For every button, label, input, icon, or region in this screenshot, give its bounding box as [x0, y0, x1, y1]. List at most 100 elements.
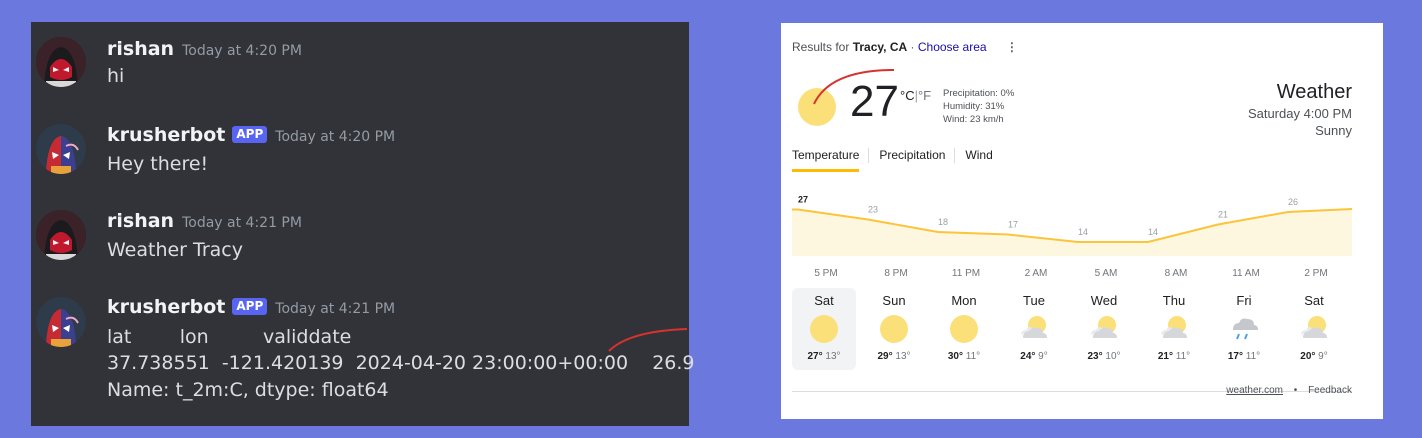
precipitation-stat: Precipitation: 0% — [943, 88, 1015, 99]
message-text: Hey there! — [107, 153, 209, 175]
day-high: 27° — [807, 351, 823, 362]
forecast-day-thu[interactable]: Thu 21° 11° — [1142, 288, 1206, 370]
day-temps: 30° 11° — [932, 351, 996, 362]
day-low: 11° — [1245, 351, 1261, 362]
forecast-day-fri[interactable]: Fri 17° 11° — [1212, 288, 1276, 370]
results-line: Results for Tracy, CA · Choose area ⋮ — [792, 40, 1018, 54]
day-name: Mon — [951, 293, 977, 308]
message-timestamp: Today at 4:21 PM — [275, 301, 396, 317]
location-name: Tracy, CA — [852, 40, 908, 54]
humidity-stat: Humidity: 31% — [943, 101, 1005, 112]
choose-area-link[interactable]: Choose area — [918, 40, 987, 54]
day-temps: 21° 11° — [1142, 351, 1206, 362]
app-badge: APP — [232, 298, 268, 315]
forecast-day-tue[interactable]: Tue 24° 9° — [1002, 288, 1066, 370]
sun-icon — [879, 314, 909, 344]
day-name: Sat — [814, 293, 834, 308]
partly-cloudy-icon — [1299, 314, 1329, 344]
message-timestamp: Today at 4:20 PM — [275, 129, 396, 145]
day-low: 9° — [1318, 351, 1328, 362]
bot-avatar[interactable] — [36, 124, 86, 174]
celsius-button[interactable]: °C — [900, 88, 915, 103]
day-low: 11° — [965, 351, 981, 362]
username[interactable]: rishan — [107, 210, 174, 232]
footer-dot: • — [1293, 385, 1298, 396]
day-low: 13° — [825, 351, 841, 362]
tab-wind[interactable]: Wind — [965, 148, 992, 172]
day-name: Thu — [1162, 293, 1186, 308]
feedback-link[interactable]: Feedback — [1308, 385, 1352, 396]
username[interactable]: rishan — [107, 38, 174, 60]
temperature-data-label: 14 — [1148, 227, 1158, 237]
day-low: 10° — [1105, 351, 1121, 362]
username[interactable]: krusherbot — [107, 124, 225, 146]
time-tick-label: 5 AM — [1095, 268, 1118, 279]
temperature-data-label: 26 — [1288, 197, 1298, 207]
temperature-data-label: 23 — [868, 205, 878, 215]
bot-avatar[interactable] — [36, 297, 86, 347]
day-high: 30° — [947, 351, 963, 362]
wind-stat: Wind: 23 km/h — [943, 114, 1004, 125]
day-high: 29° — [877, 351, 893, 362]
message-timestamp: Today at 4:21 PM — [182, 215, 302, 231]
day-temps: 27° 13° — [792, 351, 856, 362]
username[interactable]: krusherbot — [107, 296, 225, 318]
temperature-chart[interactable]: 27 23 18 17 14 14 21 26 5 PM 8 PM 11 PM 2 AM 5 AM 8 A… — [792, 188, 1352, 283]
message-header: rishan Today at 4:21 PM — [107, 209, 302, 235]
message-timestamp: Today at 4:20 PM — [182, 43, 302, 59]
day-high: 21° — [1157, 351, 1173, 362]
day-high: 24° — [1020, 351, 1036, 362]
day-name: Sun — [882, 293, 906, 308]
temperature-data-label: 27 — [798, 195, 808, 205]
temperature-data-label: 14 — [1078, 227, 1088, 237]
fahrenheit-button[interactable]: °F — [918, 88, 931, 103]
tab-temperature[interactable]: Temperature — [792, 148, 860, 172]
red-annotation-stroke — [813, 69, 895, 105]
weather-tabs: Temperature Precipitation Wind — [792, 148, 1002, 172]
weather-title: Weather — [1276, 81, 1352, 103]
day-name: Fri — [1236, 293, 1252, 308]
forecast-day-mon[interactable]: Mon 30° 11° — [932, 288, 996, 370]
more-options-icon[interactable]: ⋮ — [1006, 40, 1018, 54]
time-tick-label: 5 PM — [814, 268, 837, 279]
avatar[interactable] — [36, 210, 86, 260]
results-prefix: Results for — [792, 40, 850, 54]
temperature-data-label: 21 — [1218, 210, 1228, 220]
message-text-line: Name: t_2m:C, dtype: float64 — [107, 379, 389, 401]
forecast-day-sat[interactable]: Sat 27° 13° — [792, 288, 856, 370]
day-temps: 17° 11° — [1212, 351, 1276, 362]
partly-cloudy-icon — [1159, 314, 1189, 344]
day-high: 20° — [1300, 351, 1316, 362]
weather-subtitle: Saturday 4:00 PM Sunny — [1248, 105, 1352, 139]
rain-icon — [1229, 314, 1259, 344]
day-name: Sat — [1304, 293, 1324, 308]
message-text-line: 37.738551 -121.420139 2024-04-20 23:00:0… — [107, 352, 695, 374]
day-high: 23° — [1087, 351, 1103, 362]
temperature-data-label: 17 — [1008, 220, 1018, 230]
tab-precipitation[interactable]: Precipitation — [879, 148, 945, 172]
partly-cloudy-icon — [1019, 314, 1049, 344]
message-header: krusherbot APP Today at 4:20 PM — [107, 123, 395, 149]
forecast-day-wed[interactable]: Wed 23° 10° — [1072, 288, 1136, 370]
app-badge: APP — [232, 126, 268, 143]
weather-com-link[interactable]: weather.com — [1226, 385, 1283, 396]
sun-icon — [809, 314, 839, 344]
tab-divider — [954, 148, 956, 163]
avatar[interactable] — [36, 37, 86, 87]
forecast-day-sun[interactable]: Sun 29° 13° — [862, 288, 926, 370]
message-text: hi — [107, 65, 125, 87]
time-tick-label: 8 AM — [1165, 268, 1188, 279]
forecast-day-sat[interactable]: Sat 20° 9° — [1282, 288, 1346, 370]
red-annotation-stroke — [608, 328, 688, 352]
day-low: 11° — [1175, 351, 1191, 362]
time-tick-label: 11 AM — [1232, 268, 1260, 279]
day-low: 13° — [895, 351, 911, 362]
message-text-line: lat lon validdate — [107, 326, 352, 348]
day-temps: 23° 10° — [1072, 351, 1136, 362]
card-footer: weather.com • Feedback — [1226, 385, 1352, 396]
discord-chat-panel: rishan Today at 4:20 PM hi krusherbot APP T… — [31, 22, 695, 426]
day-high: 17° — [1227, 351, 1243, 362]
weather-condition: Sunny — [1315, 123, 1352, 138]
time-tick-label: 11 PM — [952, 268, 980, 279]
time-tick-label: 8 PM — [884, 268, 907, 279]
